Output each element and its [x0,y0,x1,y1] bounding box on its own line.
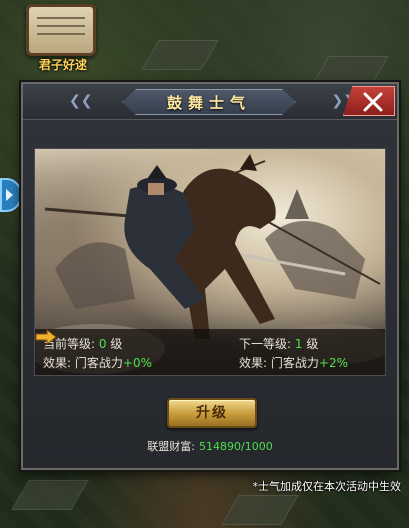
header-ornament-left: ❮❮ [69,93,93,109]
current-effect-label: 效果: [43,356,72,370]
alliance-wealth-label: 联盟财富: [147,440,195,453]
close-icon [363,92,383,112]
dialog-header: ❮❮ ❯❯ 鼓舞士气 [23,84,397,120]
upgrade-button[interactable]: 升级 [167,398,257,428]
current-level-unit: 级 [110,337,123,351]
current-level-value: 0 [98,337,107,351]
encourage-morale-dialog: ❮❮ ❯❯ 鼓舞士气 当前等级: 0 级 效果: 门客战力+0% 下一等级: 1… [21,82,399,470]
right-arrow-icon [35,329,57,345]
quest-label[interactable]: 君子好逑 [28,56,98,73]
map-building [11,480,89,510]
current-effect-bonus: +0% [122,356,152,370]
next-level-line: 下一等级: 1 级 [239,335,318,352]
current-effect-text: 门客战力 [74,356,123,370]
dialog-title: 鼓舞士气 [122,89,296,115]
cavalry-battle-illustration: 当前等级: 0 级 效果: 门客战力+0% 下一等级: 1 级 效果: 门客战力… [34,148,386,376]
map-building [221,495,299,525]
current-effect-line: 效果: 门客战力+0% [43,354,152,371]
level-stats-panel: 当前等级: 0 级 效果: 门客战力+0% 下一等级: 1 级 效果: 门客战力… [35,329,385,375]
scroll-icon[interactable] [26,4,96,56]
next-effect-line: 效果: 门客战力+2% [239,354,348,371]
morale-footnote: *士气加成仅在本次活动中生效 [252,480,402,493]
alliance-wealth: 联盟财富: 514890/1000 [23,438,397,454]
alliance-wealth-value: 514890/1000 [199,440,273,453]
next-level-label: 下一等级: [239,337,292,351]
next-effect-bonus: +2% [318,356,348,370]
next-effect-text: 门客战力 [270,356,319,370]
next-effect-label: 效果: [239,356,268,370]
map-building [141,40,219,70]
next-level-value: 1 [294,337,303,351]
next-level-unit: 级 [306,337,319,351]
